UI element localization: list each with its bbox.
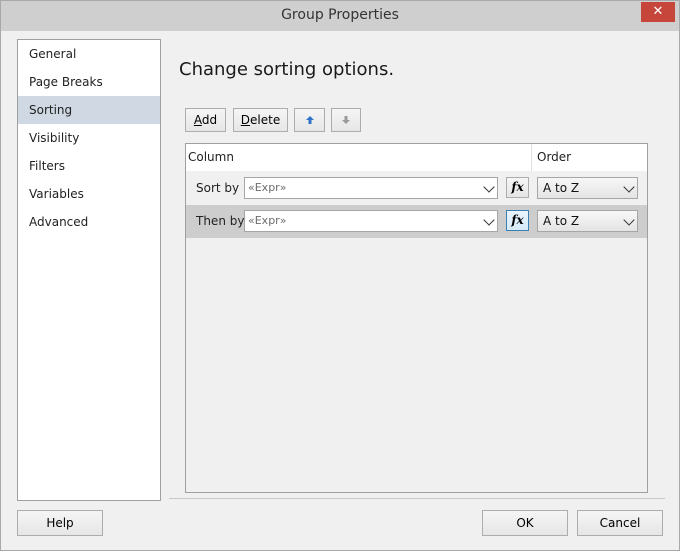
order-header: Order [537,150,572,164]
move-up-button[interactable] [294,108,325,132]
nav-item-advanced[interactable]: Advanced [18,208,160,236]
order-value: A to Z [543,181,580,195]
add-button[interactable]: Add [185,108,226,132]
cancel-button-label: Cancel [599,516,641,530]
expression-builder-button[interactable]: fx [506,210,529,231]
nav-item-page-breaks[interactable]: Page Breaks [18,68,160,96]
order-value: A to Z [543,214,580,228]
close-icon: ✕ [652,4,664,19]
grid-header: Column Order [186,144,647,171]
sort-row-2[interactable]: Then by «Expr» fx A to Z [186,205,647,238]
help-button[interactable]: Help [17,510,103,536]
cancel-button[interactable]: Cancel [577,510,663,536]
expression-value: «Expr» [248,181,287,194]
nav-item-filters[interactable]: Filters [18,152,160,180]
column-header: Column [188,150,234,164]
expression-value: «Expr» [248,214,287,227]
chevron-down-icon[interactable] [483,214,495,226]
expression-combo[interactable]: «Expr» [244,177,498,199]
expression-builder-button[interactable]: fx [506,177,529,198]
order-select[interactable]: A to Z [537,177,638,199]
window-title: Group Properties [281,7,399,23]
expression-combo[interactable]: «Expr» [244,210,498,232]
chevron-down-icon[interactable] [623,214,635,226]
arrow-down-icon [342,116,350,124]
add-button-label: Add [193,113,218,127]
nav-item-general[interactable]: General [18,40,160,68]
arrow-up-icon [305,116,314,124]
footer-divider [169,498,665,499]
chevron-down-icon[interactable] [623,181,635,193]
close-button[interactable]: ✕ [641,2,675,22]
row-label: Then by [196,214,245,228]
chevron-down-icon[interactable] [483,181,495,193]
move-down-button[interactable] [331,108,361,132]
help-button-label: Help [46,516,74,530]
nav-item-sorting[interactable]: Sorting [18,96,160,124]
delete-button-label: Delete [240,113,281,127]
nav-item-variables[interactable]: Variables [18,180,160,208]
title-bar[interactable]: Group Properties ✕ [1,1,679,31]
page-navigation-list: General Page Breaks Sorting Visibility F… [17,39,161,501]
delete-button[interactable]: Delete [233,108,288,132]
dialog-client-area: General Page Breaks Sorting Visibility F… [9,31,671,542]
function-icon: fx [511,213,524,227]
page-heading: Change sorting options. [179,59,395,80]
order-select[interactable]: A to Z [537,210,638,232]
ok-button[interactable]: OK [482,510,568,536]
sort-grid: Column Order Sort by «Expr» fx A to Z Th… [185,143,648,493]
ok-button-label: OK [516,516,534,530]
header-divider [531,144,532,171]
dialog-window: Group Properties ✕ General Page Breaks S… [0,0,680,551]
nav-item-visibility[interactable]: Visibility [18,124,160,152]
function-icon: fx [511,180,524,194]
sort-row-1[interactable]: Sort by «Expr» fx A to Z [186,172,647,205]
row-label: Sort by [196,181,240,195]
